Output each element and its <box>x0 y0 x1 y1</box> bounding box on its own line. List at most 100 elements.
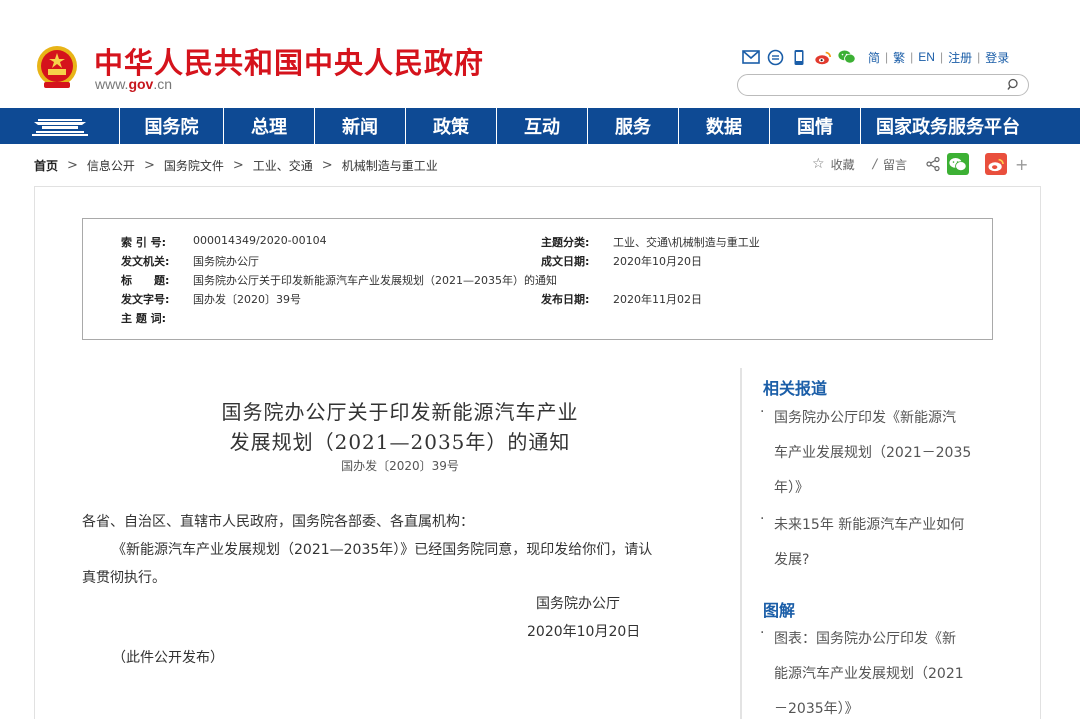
chevron-right-icon: > <box>67 158 78 173</box>
wechat-icon[interactable] <box>838 48 856 66</box>
info-keywords-row: 主 题 词: <box>121 310 193 326</box>
document-info-box: 索 引 号: 000014349/2020-00104 发文机关: 国务院办公厅… <box>82 218 993 340</box>
nav-policy[interactable]: 政策 <box>406 108 497 144</box>
info-value: 国务院办公厅关于印发新能源汽车产业发展规划（2021—2035年）的通知 <box>193 274 557 287</box>
info-published-row: 发布日期: 2020年11月02日 <box>541 291 702 307</box>
national-emblem-icon[interactable] <box>34 44 80 92</box>
article-body-line1: 《新能源汽车产业发展规划（2021—2035年）》已经国务院同意，现印发给你们，… <box>112 542 653 558</box>
info-value: 国办发〔2020〕39号 <box>193 293 301 306</box>
wechat-icon <box>949 157 967 171</box>
mobile-icon[interactable] <box>790 48 808 66</box>
mail-icon[interactable] <box>742 48 760 66</box>
info-value: 000014349/2020-00104 <box>193 234 327 247</box>
bullet-icon: · <box>760 404 765 420</box>
nav-data[interactable]: 数据 <box>679 108 770 144</box>
related-item-line[interactable]: 未来15年 新能源汽车产业如何 <box>760 508 992 543</box>
share-bar: ☆ 收藏 ∕ 留言 + <box>812 153 1028 175</box>
lang-traditional-link[interactable]: 繁 <box>893 49 905 66</box>
graphic-item[interactable]: · 图表：国务院办公厅印发《新 能源汽车产业发展规划（2021 －2035年）》 <box>760 622 992 719</box>
main-nav: 国务院 总理 新闻 政策 互动 服务 数据 国情 国家政务服务平台 <box>0 108 1080 144</box>
related-item[interactable]: · 国务院办公厅印发《新能源汽 车产业发展规划（2021－2035 年）》 <box>760 401 992 506</box>
nav-interaction[interactable]: 互动 <box>497 108 588 144</box>
related-item-line[interactable]: 车产业发展规划（2021－2035 <box>760 436 992 471</box>
related-item[interactable]: · 未来15年 新能源汽车产业如何 发展? <box>760 508 992 578</box>
login-link[interactable]: 登录 <box>985 49 1009 66</box>
nav-premier[interactable]: 总理 <box>224 108 315 144</box>
info-label: 索 引 号: <box>121 236 167 249</box>
breadcrumb-state-council-docs[interactable]: 国务院文件 <box>164 157 224 174</box>
lang-simplified-link[interactable]: 简 <box>868 49 880 66</box>
weibo-icon <box>988 158 1004 171</box>
info-value: 2020年10月20日 <box>613 255 702 268</box>
register-link[interactable]: 注册 <box>948 49 972 66</box>
nav-gov-service-platform[interactable]: 国家政务服务平台 <box>861 108 1035 144</box>
related-item-line[interactable]: 发展? <box>760 543 992 578</box>
header-tools: 简 | 繁 | EN | 注册 | 登录 <box>742 46 1009 68</box>
info-written-row: 成文日期: 2020年10月20日 <box>541 253 702 269</box>
article-salutation: 各省、自治区、直辖市人民政府，国务院各部委、各直属机构： <box>82 514 474 530</box>
article-body-line2: 真贯彻执行。 <box>82 570 166 586</box>
article-public-note: （此件公开发布） <box>112 650 224 666</box>
bullet-icon: · <box>760 625 765 641</box>
sidebar-divider <box>740 368 742 719</box>
nav-national-profile[interactable]: 国情 <box>770 108 861 144</box>
graphic-item-line[interactable]: －2035年）》 <box>760 692 992 719</box>
breadcrumb-home[interactable]: 首页 <box>34 157 58 174</box>
info-label: 发文字号: <box>121 293 170 306</box>
info-label: 标 题: <box>121 274 170 287</box>
lang-english-link[interactable]: EN <box>918 50 935 64</box>
chevron-right-icon: > <box>321 158 333 173</box>
nav-state-council[interactable]: 国务院 <box>120 108 224 144</box>
article-signature: 国务院办公厅 <box>536 596 620 612</box>
info-label: 发文机关: <box>121 255 170 268</box>
site-header: 中华人民共和国中央人民政府 www.gov.cn 简 | 繁 | EN | 注册 | 登… <box>0 0 1080 108</box>
related-item-line[interactable]: 年）》 <box>760 471 992 506</box>
graphic-item-line[interactable]: 图表：国务院办公厅印发《新 <box>760 622 992 657</box>
article-title-line2: 发展规划（2021—2035年）的通知 <box>229 430 571 454</box>
related-reports-heading: 相关报道 <box>763 379 828 398</box>
info-value: 工业、交通\机械制造与重工业 <box>613 236 760 249</box>
chevron-right-icon: > <box>232 158 244 173</box>
info-issuer-row: 发文机关: 国务院办公厅 <box>121 253 259 269</box>
info-label: 主题分类: <box>541 236 590 249</box>
info-value: 国务院办公厅 <box>193 255 259 268</box>
related-item-line[interactable]: 国务院办公厅印发《新能源汽 <box>760 401 992 436</box>
info-docno-row: 发文字号: 国办发〔2020〕39号 <box>121 291 301 307</box>
graphic-item-line[interactable]: 能源汽车产业发展规划（2021 <box>760 657 992 692</box>
nav-news[interactable]: 新闻 <box>315 108 406 144</box>
site-url-prefix: www. <box>95 76 129 92</box>
info-value: 2020年11月02日 <box>613 293 702 306</box>
breadcrumb: 首页 > 信息公开 > 国务院文件 > 工业、交通 > 机械制造与重工业 <box>34 157 438 174</box>
wechat-share-button[interactable] <box>946 153 969 175</box>
search-icon[interactable] <box>1006 78 1020 92</box>
breadcrumb-machinery[interactable]: 机械制造与重工业 <box>342 157 438 174</box>
message-icon[interactable] <box>766 48 784 66</box>
share-icon[interactable] <box>925 156 941 172</box>
article-date: 2020年10月20日 <box>527 624 641 640</box>
favorite-button[interactable]: 收藏 <box>831 156 855 173</box>
more-share-icon[interactable]: + <box>1015 155 1028 174</box>
comment-button[interactable]: 留言 <box>883 156 907 173</box>
nav-home[interactable] <box>0 108 120 144</box>
weibo-share-button[interactable] <box>984 153 1007 175</box>
info-label: 成文日期: <box>541 255 590 268</box>
search-box <box>737 74 1029 96</box>
site-url: www.gov.cn <box>95 76 172 92</box>
star-icon[interactable]: ☆ <box>812 156 825 172</box>
language-links: 简 | 繁 | EN | 注册 | 登录 <box>868 49 1010 66</box>
bullet-icon: · <box>760 511 765 527</box>
weibo-icon[interactable] <box>814 48 832 66</box>
pen-icon[interactable]: ∕ <box>873 157 877 172</box>
nav-services[interactable]: 服务 <box>588 108 679 144</box>
site-url-suffix: .cn <box>153 76 173 92</box>
site-url-brand: gov <box>128 76 154 92</box>
chevron-right-icon: > <box>143 158 155 173</box>
graphics-heading: 图解 <box>763 601 796 620</box>
tiananmen-icon <box>31 119 88 136</box>
article-title-line1: 国务院办公厅关于印发新能源汽车产业 <box>221 400 579 424</box>
search-input[interactable] <box>748 76 1008 96</box>
info-label: 主 题 词: <box>121 312 167 325</box>
breadcrumb-info-disclosure[interactable]: 信息公开 <box>87 157 135 174</box>
info-index-row: 索 引 号: 000014349/2020-00104 <box>121 234 327 250</box>
breadcrumb-industry-transport[interactable]: 工业、交通 <box>253 157 313 174</box>
